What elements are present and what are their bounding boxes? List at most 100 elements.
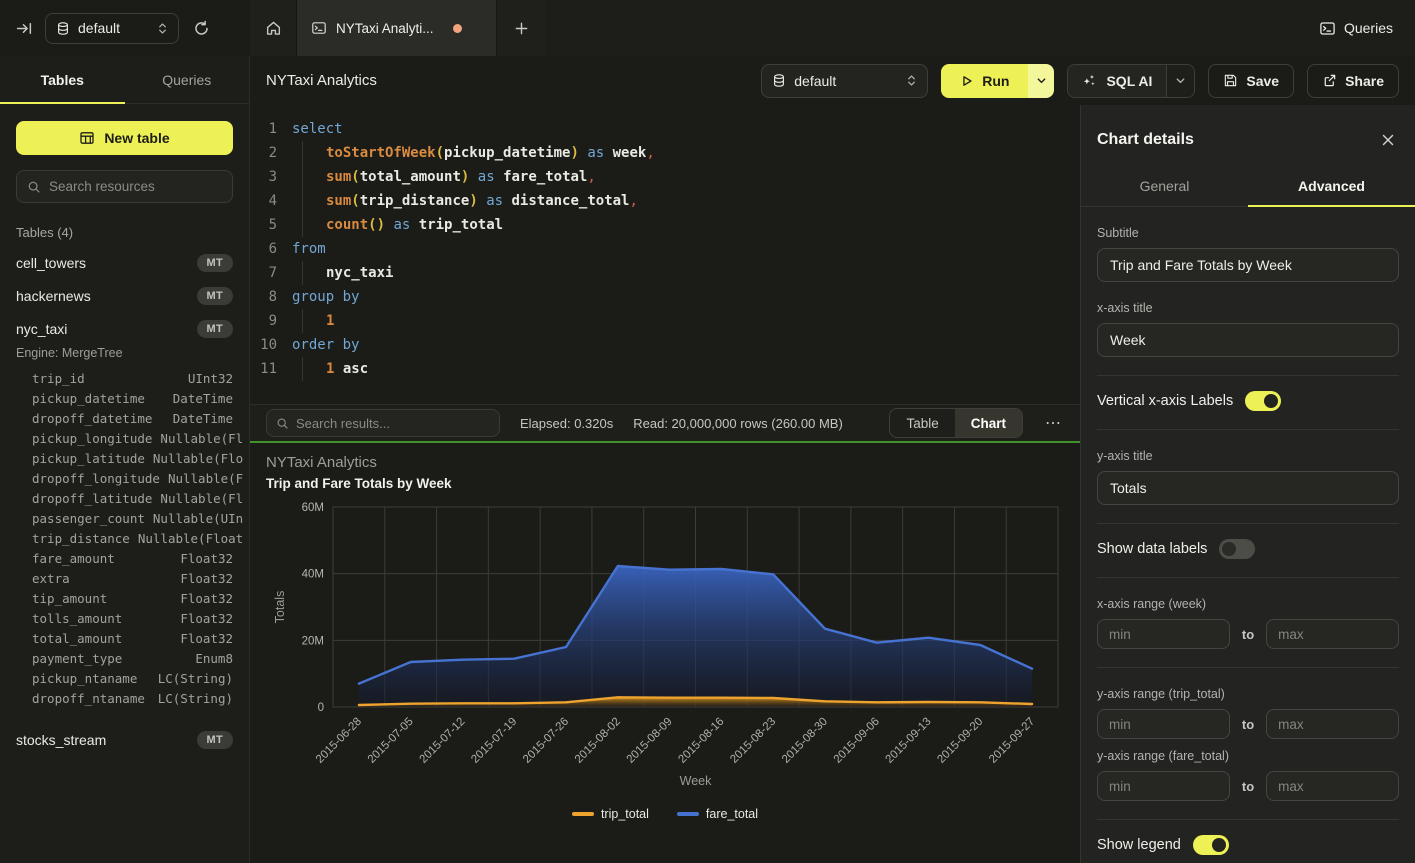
database-selector[interactable]: default (45, 13, 179, 44)
legend-item-trip-total[interactable]: trip_total (572, 807, 649, 821)
results-more-button[interactable]: ⋯ (1043, 413, 1064, 433)
table-engine: Engine: MergeTree (0, 345, 249, 365)
line-number: 10 (250, 333, 277, 357)
column-row: dropoff_datetimeDateTime (32, 409, 233, 429)
vertical-x-labels-label: Vertical x-axis Labels (1097, 393, 1233, 409)
run-button-label: Run (982, 73, 1009, 89)
table-item-hackernews[interactable]: hackernewsMT (0, 279, 249, 312)
collapse-sidebar-icon[interactable] (16, 20, 33, 37)
svg-text:2015-08-30: 2015-08-30 (780, 716, 830, 766)
column-row: pickup_latitudeNullable(Flo (32, 449, 233, 469)
sql-editor[interactable]: 1select2toStartOfWeek(pickup_datetime) a… (250, 105, 1080, 404)
code-line[interactable]: 5count() as trip_total (250, 213, 1080, 237)
code-line[interactable]: 111 asc (250, 357, 1080, 381)
panel-body: Subtitle x-axis title Vertical x-axis La… (1081, 207, 1415, 863)
line-number: 3 (250, 165, 277, 189)
legend-label: fare_total (706, 807, 758, 821)
svg-text:2015-06-28: 2015-06-28 (314, 716, 364, 766)
vertical-x-labels-toggle[interactable] (1245, 391, 1281, 411)
y-trip-max-input[interactable] (1266, 709, 1399, 739)
view-toggle-chart[interactable]: Chart (955, 409, 1022, 437)
sql-ai-button[interactable]: SQL AI (1068, 65, 1166, 97)
x-axis-range-label: x-axis range (week) (1097, 597, 1399, 611)
results-toolbar: Elapsed: 0.320s Read: 20,000,000 rows (2… (250, 404, 1080, 441)
code-line[interactable]: 3sum(total_amount) as fare_total, (250, 165, 1080, 189)
code-line[interactable]: 7nyc_taxi (250, 261, 1080, 285)
svg-text:20M: 20M (302, 635, 324, 647)
queries-button[interactable]: Queries (1297, 0, 1415, 56)
y-trip-range-row: to (1097, 709, 1399, 739)
tab-title: NYTaxi Analyti... (336, 21, 434, 36)
home-button[interactable] (250, 0, 297, 56)
close-icon[interactable] (1381, 133, 1395, 147)
panel-tabs: General Advanced (1081, 165, 1415, 207)
svg-text:2015-08-16: 2015-08-16 (676, 716, 726, 766)
results-search-input[interactable] (296, 416, 490, 431)
table-item-stocks_stream[interactable]: stocks_streamMT (0, 723, 249, 756)
show-data-labels-row: Show data labels (1097, 539, 1399, 559)
show-legend-row: Show legend (1097, 835, 1399, 855)
y-fare-min-input[interactable] (1097, 771, 1230, 801)
tab-nytaxi-analytics[interactable]: NYTaxi Analyti... (297, 0, 497, 56)
svg-text:60M: 60M (302, 502, 324, 514)
table-item-cell_towers[interactable]: cell_towersMT (0, 246, 249, 279)
subtitle-input[interactable] (1097, 248, 1399, 282)
y-axis-title-input[interactable] (1097, 471, 1399, 505)
share-button[interactable]: Share (1307, 64, 1399, 98)
new-table-button[interactable]: New table (16, 121, 233, 155)
x-axis-title-input[interactable] (1097, 323, 1399, 357)
column-row: dropoff_longitudeNullable(F (32, 469, 233, 489)
panel-tab-general[interactable]: General (1081, 165, 1248, 206)
svg-text:40M: 40M (302, 569, 324, 581)
show-legend-toggle[interactable] (1193, 835, 1229, 855)
sql-ai-label: SQL AI (1106, 73, 1152, 89)
resource-search[interactable] (16, 170, 233, 203)
show-data-labels-toggle[interactable] (1219, 539, 1255, 559)
svg-text:2015-07-12: 2015-07-12 (418, 716, 468, 766)
legend-item-fare-total[interactable]: fare_total (677, 807, 758, 821)
code-line[interactable]: 91 (250, 309, 1080, 333)
y-fare-range-label: y-axis range (fare_total) (1097, 749, 1399, 763)
line-number: 7 (250, 261, 277, 285)
column-row: payment_typeEnum8 (32, 649, 233, 669)
x-axis-range-row: to (1097, 619, 1399, 649)
sidebar-tab-tables[interactable]: Tables (0, 56, 125, 103)
save-button[interactable]: Save (1208, 64, 1294, 98)
new-tab-button[interactable] (497, 0, 546, 56)
chart-subtitle: Trip and Fare Totals by Week (266, 476, 452, 491)
run-button[interactable]: Run (941, 64, 1028, 98)
y-fare-max-input[interactable] (1266, 771, 1399, 801)
run-options-button[interactable] (1028, 64, 1054, 98)
divider (1097, 667, 1399, 668)
code-line[interactable]: 8group by (250, 285, 1080, 309)
sql-ai-options-button[interactable] (1166, 65, 1194, 97)
save-icon (1223, 73, 1238, 88)
code-line[interactable]: 10order by (250, 333, 1080, 357)
table-item-nyc_taxi[interactable]: nyc_taxiMT (0, 312, 249, 345)
y-trip-min-input[interactable] (1097, 709, 1230, 739)
code-line[interactable]: 2toStartOfWeek(pickup_datetime) as week, (250, 141, 1080, 165)
resource-search-input[interactable] (49, 179, 222, 194)
table-name: stocks_stream (16, 732, 106, 748)
sidebar-tab-queries[interactable]: Queries (125, 56, 250, 103)
view-toggle-table[interactable]: Table (890, 409, 954, 437)
x-range-min-input[interactable] (1097, 619, 1230, 649)
code-line[interactable]: 4sum(trip_distance) as distance_total, (250, 189, 1080, 213)
panel-tab-advanced[interactable]: Advanced (1248, 165, 1415, 206)
sidebar-tabs: Tables Queries (0, 56, 249, 104)
refresh-icon[interactable] (193, 20, 210, 37)
x-range-max-input[interactable] (1266, 619, 1399, 649)
sidebar: Tables Queries New table Tables (4) cell… (0, 56, 250, 863)
line-number: 4 (250, 189, 277, 213)
run-database-selector[interactable]: default (761, 64, 928, 98)
code-line[interactable]: 6from (250, 237, 1080, 261)
svg-text:2015-07-26: 2015-07-26 (521, 716, 571, 766)
column-row: pickup_datetimeDateTime (32, 389, 233, 409)
column-row: extraFloat32 (32, 569, 233, 589)
results-search[interactable] (266, 409, 500, 437)
subtitle-field-label: Subtitle (1097, 226, 1399, 240)
panel-header: Chart details (1081, 105, 1415, 165)
code-line[interactable]: 1select (250, 117, 1080, 141)
svg-text:2015-09-27: 2015-09-27 (987, 716, 1037, 766)
save-button-label: Save (1246, 73, 1279, 89)
